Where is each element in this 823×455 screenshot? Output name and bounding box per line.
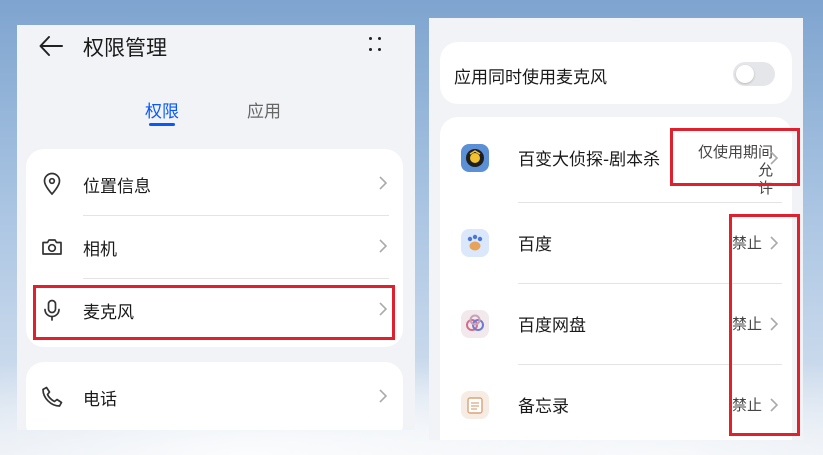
microphone-permission-screen: 应用同时使用麦克风 百变大侦探-剧本杀 仅使用期间允 许 百度 禁止 百度网盘 … — [429, 18, 803, 440]
chevron-right-icon — [770, 151, 778, 165]
permission-label: 电话 — [83, 390, 117, 410]
baidu-netdisk-app-icon — [461, 310, 489, 338]
chevron-right-icon — [379, 239, 387, 253]
notes-app-icon — [461, 391, 489, 419]
permissions-list-2: 电话 — [26, 362, 403, 430]
camera-icon — [42, 239, 62, 255]
chevron-right-icon — [379, 302, 387, 316]
permission-label: 相机 — [83, 240, 117, 260]
permission-item-camera[interactable]: 相机 — [26, 215, 403, 278]
switch-knob — [736, 65, 754, 83]
tab-apps[interactable]: 应用 — [247, 97, 281, 122]
app-name: 百度网盘 — [518, 316, 586, 336]
active-tab-indicator — [149, 123, 175, 126]
app-item-detective[interactable]: 百变大侦探-剧本杀 仅使用期间允 许 — [440, 117, 792, 198]
permission-label: 麦克风 — [83, 303, 134, 323]
simultaneous-mic-switch[interactable] — [733, 62, 775, 86]
chevron-right-icon — [379, 176, 387, 190]
more-options-icon[interactable] — [367, 35, 383, 53]
app-name: 百度 — [518, 235, 552, 255]
location-icon — [43, 172, 61, 196]
baidu-app-icon — [461, 229, 489, 257]
permission-label: 位置信息 — [83, 177, 151, 197]
app-permission-status: 仅使用期间允 许 — [688, 143, 773, 197]
chevron-right-icon — [770, 317, 778, 331]
back-arrow-icon[interactable] — [39, 35, 63, 57]
phone-icon — [42, 386, 63, 407]
app-name: 备忘录 — [518, 397, 569, 417]
simultaneous-mic-label: 应用同时使用麦克风 — [454, 68, 607, 88]
app-permission-list: 百变大侦探-剧本杀 仅使用期间允 许 百度 禁止 百度网盘 禁止 备忘录 禁止 — [440, 117, 792, 440]
app-item-baidu-netdisk[interactable]: 百度网盘 禁止 — [440, 283, 792, 364]
app-permission-status: 禁止 — [731, 315, 762, 333]
permission-item-phone[interactable]: 电话 — [26, 365, 403, 428]
app-item-notes[interactable]: 备忘录 禁止 — [440, 364, 792, 440]
permission-item-microphone[interactable]: 麦克风 — [26, 278, 403, 341]
app-name: 百变大侦探-剧本杀 — [518, 150, 661, 170]
microphone-icon — [44, 299, 60, 321]
permissions-list: 位置信息 相机 麦克风 — [26, 149, 403, 347]
detective-app-icon — [461, 144, 489, 172]
app-permission-status: 禁止 — [731, 234, 762, 252]
chevron-right-icon — [770, 398, 778, 412]
status-line-1: 仅使用期间允 — [697, 143, 773, 179]
status-line-2: 许 — [757, 179, 773, 197]
simultaneous-mic-card: 应用同时使用麦克风 — [440, 42, 792, 104]
chevron-right-icon — [379, 389, 387, 403]
app-item-baidu[interactable]: 百度 禁止 — [440, 202, 792, 283]
app-permission-status: 禁止 — [731, 396, 762, 414]
tab-permissions[interactable]: 权限 — [145, 97, 179, 122]
chevron-right-icon — [770, 236, 778, 250]
page-title: 权限管理 — [83, 36, 167, 60]
permission-manager-screen: 权限管理 权限 应用 位置信息 相机 麦克风 电话 — [17, 25, 415, 430]
permission-item-location[interactable]: 位置信息 — [26, 152, 403, 215]
